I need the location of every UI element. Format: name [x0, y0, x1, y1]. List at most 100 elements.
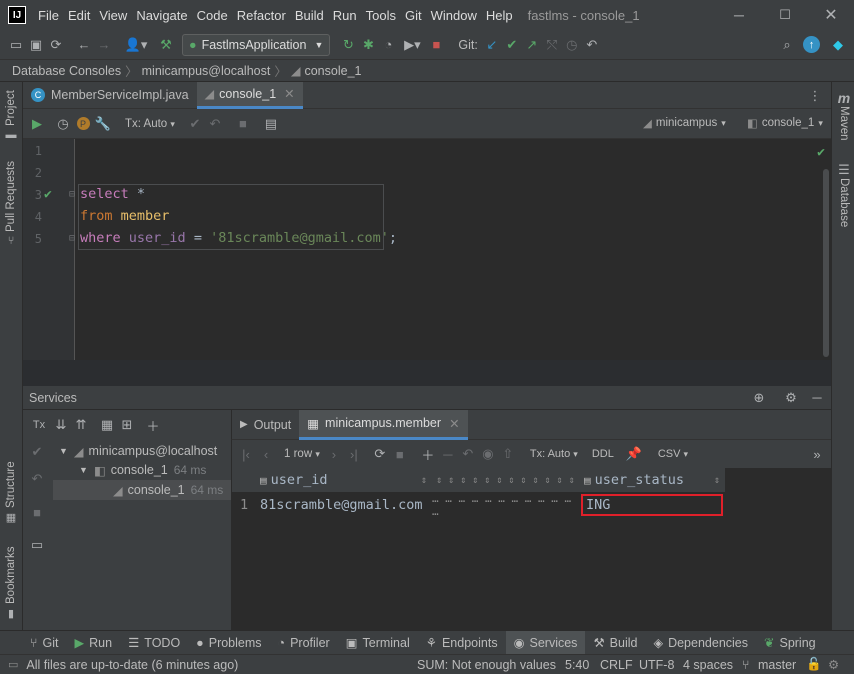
pull-requests-tool-button[interactable]: Pull Requests [5, 161, 17, 232]
next-page-icon[interactable]: › [324, 444, 344, 464]
layout-icon[interactable]: ▭ [8, 658, 18, 671]
previous-page-icon[interactable]: ‹ [256, 444, 276, 464]
tree-node-session[interactable]: ▼ ◧ console_1 64 ms [79, 460, 206, 480]
inspection-icon[interactable]: ⚙ [828, 657, 839, 672]
database-tool-button[interactable]: Database [838, 178, 850, 227]
delete-row-icon[interactable]: － [438, 444, 458, 464]
tool-todo[interactable]: ☰ TODO [120, 631, 188, 655]
tree-node-console[interactable]: ◢ console_1 64 ms [53, 480, 231, 500]
tx-mode-selector[interactable]: Tx: Auto ▾ [530, 448, 578, 460]
menu-run[interactable]: Run [333, 8, 357, 23]
commit-icon[interactable]: ✔ [185, 114, 205, 134]
tab-member-service-impl[interactable]: C MemberServiceImpl.java [23, 82, 197, 109]
reload-icon[interactable]: ⟳ [370, 444, 390, 464]
cell-user-status[interactable]: ING [581, 494, 723, 516]
tool-run[interactable]: ▶ Run [67, 631, 121, 655]
minimize-icon[interactable]: ─ [716, 0, 762, 30]
menu-help[interactable]: Help [486, 8, 513, 23]
menu-build[interactable]: Build [295, 8, 324, 23]
rollback-icon[interactable]: ↶ [205, 114, 225, 134]
filter-icon[interactable]: ⊞ [117, 415, 137, 435]
status-encoding[interactable]: UTF-8 [639, 658, 674, 672]
save-all-icon[interactable]: ▣ [26, 35, 46, 55]
collapsed-cells[interactable]: … … … … … … … … … … … … [432, 492, 580, 518]
view-icon[interactable]: ◉ [478, 444, 498, 464]
status-branch[interactable]: master [758, 658, 796, 672]
back-icon[interactable]: ← [74, 35, 94, 55]
coverage-icon[interactable]: ◔ [378, 35, 398, 55]
more-icon[interactable]: » [807, 444, 827, 464]
add-icon[interactable]: ＋ [143, 415, 163, 435]
sql-editor[interactable]: 1 2 3 4 5 ✔ ⊟ ⊟ select * from member whe… [23, 139, 831, 360]
close-tab-icon[interactable]: ✕ [284, 86, 294, 101]
history-icon[interactable]: ◷ [53, 114, 73, 134]
execute-icon[interactable]: ▶ [27, 114, 47, 134]
tool-git[interactable]: ⑂ Git [22, 631, 67, 655]
lock-icon[interactable]: 🔓 [806, 657, 822, 672]
commit-icon[interactable]: ✔ [27, 442, 47, 462]
tab-result-member[interactable]: ▦ minicampus.member ✕ [299, 409, 468, 440]
more-options-icon[interactable]: ⋮ [805, 86, 825, 106]
intellij-logo-icon[interactable]: IJ [8, 6, 26, 24]
page-size-selector[interactable]: 1 row ▾ [284, 448, 320, 460]
output-table-icon[interactable]: ▤ [261, 114, 281, 134]
export-format-selector[interactable]: CSV ▾ [658, 448, 688, 460]
git-merge-icon[interactable]: ⤲ [542, 35, 562, 55]
layout-icon[interactable]: ▭ [27, 535, 47, 555]
menu-window[interactable]: Window [431, 8, 477, 23]
debug-icon[interactable]: ✱ [358, 35, 378, 55]
column-header-user-id[interactable]: ▤ user_id ⇕ [256, 468, 432, 492]
tab-output[interactable]: ▶ Output [232, 410, 299, 440]
group-icon[interactable]: ▦ [97, 415, 117, 435]
stop-icon[interactable]: ■ [426, 35, 446, 55]
git-commit-icon[interactable]: ✔ [502, 35, 522, 55]
structure-tool-button[interactable]: Structure [5, 461, 17, 508]
rerun-icon[interactable]: ↻ [338, 35, 358, 55]
editor-scrollbar[interactable] [823, 169, 829, 357]
datasource-selector[interactable]: ◢ minicampus ▾ [643, 116, 726, 130]
sync-icon[interactable]: ⟳ [46, 35, 66, 55]
forward-icon[interactable]: → [94, 35, 114, 55]
history-icon[interactable]: ◷ [562, 35, 582, 55]
git-push-icon[interactable]: ↗ [522, 35, 542, 55]
search-icon[interactable]: ⌕ [777, 35, 797, 55]
tool-endpoints[interactable]: ⚘ Endpoints [418, 631, 506, 655]
menu-tools[interactable]: Tools [366, 8, 396, 23]
menu-refactor[interactable]: Refactor [237, 8, 286, 23]
fold-icon[interactable]: ⊟ [69, 189, 75, 200]
rollback-icon[interactable]: ↶ [27, 469, 47, 489]
status-indent[interactable]: 4 spaces [683, 658, 733, 672]
tool-profiler[interactable]: ◔ Profiler [270, 631, 338, 655]
tool-services[interactable]: ◉ Services [505, 630, 586, 655]
sort-icon[interactable]: ⇕ [714, 475, 720, 486]
run-config-selector[interactable]: ● FastlmsApplication ▼ [182, 33, 331, 56]
user-icon[interactable]: 👤▾ [122, 35, 150, 55]
status-line-separator[interactable]: CRLF [600, 658, 633, 672]
ddl-button[interactable]: DDL [592, 448, 614, 460]
hammer-icon[interactable]: ⚒ [156, 35, 176, 55]
sort-icon[interactable]: ⇕ [421, 475, 427, 486]
expand-icon[interactable]: ▼ [79, 465, 88, 475]
status-sum[interactable]: SUM: Not enough values [417, 658, 556, 672]
collapse-all-icon[interactable]: ⇈ [71, 415, 91, 435]
maximize-icon[interactable]: ☐ [762, 0, 808, 30]
add-row-icon[interactable]: ＋ [418, 444, 438, 464]
breadcrumb-item[interactable]: minicampus@localhost [142, 64, 271, 78]
hide-icon[interactable]: ─ [807, 388, 827, 408]
menu-navigate[interactable]: Navigate [136, 8, 187, 23]
bookmarks-tool-button[interactable]: Bookmarks [5, 546, 17, 604]
status-message[interactable]: All files are up-to-date (6 minutes ago) [26, 658, 238, 672]
stop-icon[interactable]: ■ [233, 114, 253, 134]
toolbox-icon[interactable]: ◆ [828, 35, 848, 55]
open-folder-icon[interactable]: ▭ [6, 35, 26, 55]
project-tool-button[interactable]: Project [5, 90, 17, 126]
profile-p-icon[interactable]: P [73, 114, 93, 134]
tab-console-1[interactable]: ◢ console_1 ✕ [196, 81, 303, 109]
stop-icon[interactable]: ■ [390, 444, 410, 464]
first-page-icon[interactable]: |‹ [236, 444, 256, 464]
cell-user-id[interactable]: 81scramble@gmail.com [260, 494, 432, 516]
session-selector[interactable]: ◧ console_1 ▾ [747, 116, 823, 130]
menu-git[interactable]: Git [405, 8, 422, 23]
profile-icon[interactable]: ▶▾ [398, 35, 426, 55]
menu-file[interactable]: File [38, 8, 59, 23]
